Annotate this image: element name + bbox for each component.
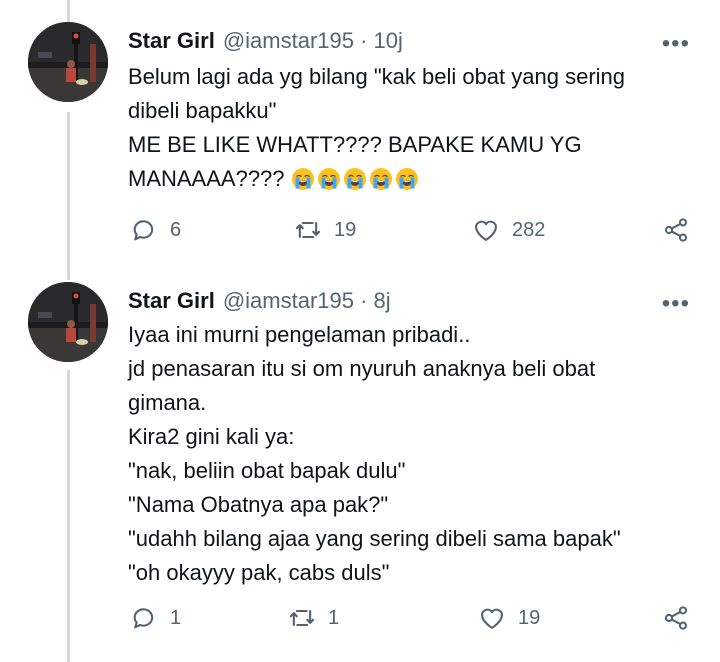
more-options-icon[interactable]: ••• bbox=[662, 290, 690, 318]
loudly-crying-face-emoji bbox=[343, 167, 367, 191]
author-name[interactable]: Star Girl bbox=[128, 288, 215, 314]
like-count: 19 bbox=[518, 606, 541, 629]
avatar[interactable] bbox=[28, 282, 108, 362]
share-button[interactable] bbox=[662, 604, 690, 632]
retweet-icon bbox=[295, 221, 321, 239]
tweet-actions: 1 1 19 bbox=[128, 604, 698, 634]
tweet-text: Belum lagi ada yg bilang "kak beli obat … bbox=[128, 60, 708, 196]
tweet-text-line: Kira2 gini kali ya: bbox=[128, 424, 295, 449]
tweet-text: Iyaa ini murni pengelaman pribadi.. jd p… bbox=[128, 318, 708, 590]
loudly-crying-face-emoji bbox=[291, 167, 315, 191]
reply-count: 1 bbox=[170, 606, 182, 629]
more-options-icon[interactable]: ••• bbox=[662, 30, 690, 58]
tweet-text-line: MANAAAA???? bbox=[128, 166, 285, 191]
tweet-text-line: dibeli bapakku" bbox=[128, 98, 277, 123]
loudly-crying-face-emoji bbox=[317, 167, 341, 191]
tweet-text-line: gimana. bbox=[128, 390, 207, 415]
reply-button[interactable]: 6 bbox=[130, 216, 181, 244]
share-icon bbox=[664, 606, 688, 630]
author-name[interactable]: Star Girl bbox=[128, 28, 215, 54]
tweet-text-line: Iyaa ini murni pengelaman pribadi.. bbox=[128, 322, 471, 347]
tweet-text-line: Belum lagi ada yg bilang "kak beli obat … bbox=[128, 64, 626, 89]
reply-icon bbox=[133, 608, 154, 629]
heart-icon bbox=[481, 608, 503, 629]
tweet-text-line: "udahh bilang ajaa yang sering dibeli sa… bbox=[128, 526, 621, 551]
avatar[interactable] bbox=[28, 22, 108, 102]
retweet-icon bbox=[289, 609, 315, 627]
reply-button[interactable]: 1 bbox=[130, 604, 181, 632]
share-button[interactable] bbox=[662, 216, 690, 244]
tweet-text-line: ME BE LIKE WHATT???? BAPAKE KAMU YG bbox=[128, 132, 582, 157]
tweet-text-line: "nak, beliin obat bapak dulu" bbox=[128, 458, 406, 483]
emoji-group bbox=[291, 167, 419, 191]
tweet-actions: 6 19 282 bbox=[128, 216, 698, 246]
tweet-text-line: "oh okayyy pak, cabs duls" bbox=[128, 560, 390, 585]
reply-count: 6 bbox=[170, 218, 182, 241]
share-icon bbox=[664, 218, 688, 242]
tweet[interactable]: Star Girl @iamstar195 · 8j ••• Iyaa ini … bbox=[0, 262, 720, 662]
handle-and-time[interactable]: @iamstar195 · 10j bbox=[223, 28, 403, 54]
like-button[interactable]: 19 bbox=[478, 604, 540, 632]
loudly-crying-face-emoji bbox=[369, 167, 393, 191]
tweet-header: Star Girl @iamstar195 · 8j bbox=[128, 288, 391, 318]
retweet-count: 19 bbox=[334, 218, 357, 241]
retweet-button[interactable]: 1 bbox=[288, 604, 339, 632]
tweet-text-line-with-emoji: MANAAAA???? bbox=[128, 162, 708, 196]
handle-and-time[interactable]: @iamstar195 · 8j bbox=[223, 288, 391, 314]
retweet-button[interactable]: 19 bbox=[294, 216, 356, 244]
like-button[interactable]: 282 bbox=[472, 216, 545, 244]
loudly-crying-face-emoji bbox=[395, 167, 419, 191]
like-count: 282 bbox=[512, 218, 546, 241]
tweet-text-line: "Nama Obatnya apa pak?" bbox=[128, 492, 389, 517]
reply-icon bbox=[133, 220, 154, 241]
tweet-header: Star Girl @iamstar195 · 10j bbox=[128, 28, 403, 58]
tweet-text-line: jd penasaran itu si om nyuruh anaknya be… bbox=[128, 356, 596, 381]
heart-icon bbox=[475, 220, 497, 241]
tweet[interactable]: Star Girl @iamstar195 · 10j ••• Belum la… bbox=[0, 0, 720, 262]
retweet-count: 1 bbox=[328, 606, 340, 629]
